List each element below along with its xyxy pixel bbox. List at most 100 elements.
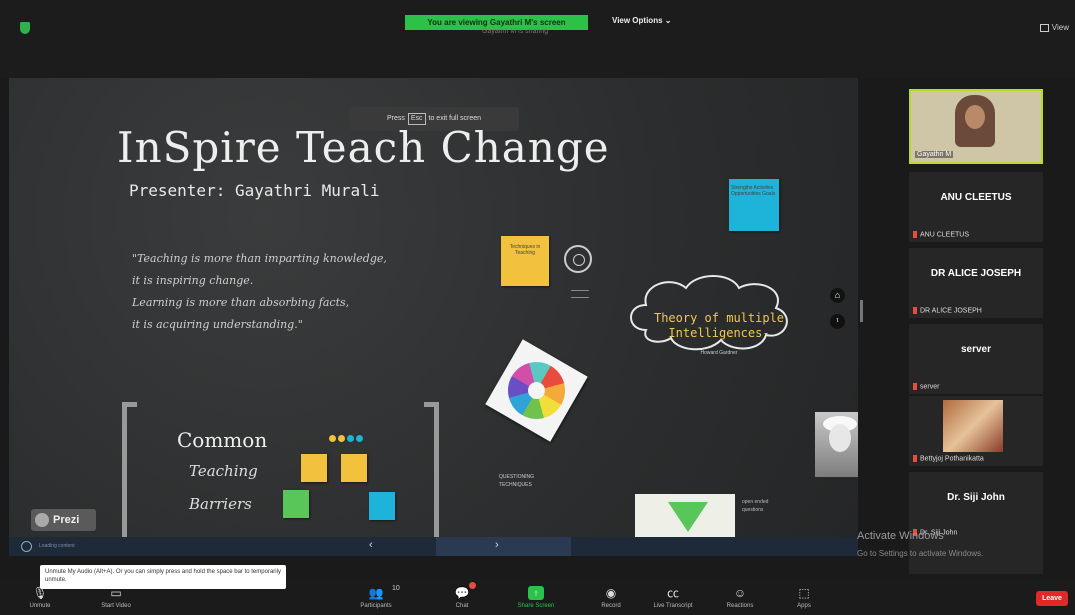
participant-video-strip: Gayathri M ANU CLEETUS ANU CLEETUS DR AL…: [906, 78, 1046, 578]
video-tile[interactable]: Bettyjoj Pothanikatta: [909, 396, 1043, 466]
video-tile[interactable]: server server: [909, 324, 1043, 394]
video-tile[interactable]: DR ALICE JOSEPH DR ALICE JOSEPH: [909, 248, 1043, 318]
presbar-center: [436, 537, 571, 556]
view-options-button[interactable]: View Options ⌄: [612, 16, 671, 25]
prev-slide-button[interactable]: ‹: [369, 539, 373, 551]
barriers-heading: Barriers: [189, 495, 252, 513]
video-tile-name: server: [960, 344, 992, 355]
dot-yellow: [338, 435, 345, 442]
participants-count: 10: [392, 585, 400, 592]
target-icon: [564, 245, 592, 273]
chat-label: Chat: [455, 603, 469, 609]
reactions-button[interactable]: ☺ Reactions: [710, 578, 770, 609]
quote-line: Learning is more than absorbing facts,: [132, 296, 350, 309]
apps-button[interactable]: ⬚ Apps: [774, 578, 834, 609]
muted-mic-icon: [913, 382, 917, 390]
viewing-sub: Gayathri M is sharing: [482, 28, 549, 35]
cloud-title: Theory of multiple Intelligences-: [649, 311, 789, 341]
video-tile-name: Dr. Siji John: [947, 492, 1005, 503]
muted-mic-icon: [913, 306, 917, 314]
questioning-line: QUESTIONING: [499, 474, 535, 480]
video-tile-name: DR ALICE JOSEPH: [930, 268, 1022, 279]
video-tile-label: Bettyjoj Pothanikatta: [913, 454, 984, 462]
video-tile-label: server: [913, 382, 940, 390]
color-wheel-card: [485, 339, 588, 442]
sticky-note: [369, 492, 395, 520]
portrait-photo: [815, 412, 858, 477]
meeting-top-bar: You are viewing Gayathri M's screen Gaya…: [0, 0, 1075, 78]
quote-line: "Teaching is more than imparting knowled…: [132, 252, 387, 265]
smiley-icon: ☺: [733, 586, 747, 600]
color-dots: [329, 429, 365, 447]
speaker-face: [965, 105, 985, 129]
chat-notification-badge: [469, 582, 476, 589]
live-transcript-label: Live Transcript: [653, 603, 693, 609]
view-button[interactable]: View: [1039, 23, 1069, 32]
video-tile-label-text: server: [920, 383, 940, 390]
color-wheel: [497, 351, 576, 430]
cloud-title-line: Intelligences-: [668, 326, 770, 340]
cloud-title-line: Theory of multiple: [653, 311, 785, 325]
sticky-note: [283, 490, 309, 518]
questioning-line: TECHNIQUES: [499, 482, 532, 488]
quote-line: it is inspiring change.: [132, 274, 254, 287]
left-bracket: [122, 402, 137, 541]
unmute-tooltip: Unmute My Audio (Alt+A). Or you can simp…: [40, 565, 286, 589]
shield-icon[interactable]: [20, 22, 30, 34]
shared-screen[interactable]: Press Esc to exit full screen InSpire Teac…: [9, 78, 858, 541]
funnel-text-line: open ended: [742, 499, 769, 505]
video-tile-active[interactable]: Gayathri M: [909, 89, 1043, 164]
wheel-hub: [524, 378, 549, 403]
apps-label: Apps: [797, 603, 811, 609]
dot-blue: [356, 435, 363, 442]
view-button-label: View: [1051, 23, 1069, 32]
start-video-label: Start Video: [101, 603, 131, 609]
record-button[interactable]: ◉ Record: [581, 578, 641, 609]
record-label: Record: [601, 603, 621, 609]
chat-icon: 💬: [454, 586, 470, 600]
exit-hint-prefix: Press: [386, 115, 405, 122]
presentation-nav-bar: Loading content ‹ ›: [9, 537, 858, 556]
dot-blue: [347, 435, 354, 442]
grid-icon: [1039, 23, 1049, 32]
right-bracket: [424, 402, 439, 541]
live-transcript-button[interactable]: ㏄ Live Transcript: [643, 578, 703, 609]
leave-button[interactable]: Leave: [1036, 591, 1068, 606]
video-tile-name: ANU CLEETUS: [940, 192, 1012, 203]
slide-quote: "Teaching is more than imparting knowled…: [132, 248, 387, 336]
loading-icon: [21, 541, 32, 552]
participants-icon: 👥: [368, 586, 384, 600]
home-icon[interactable]: ⌂: [830, 288, 845, 303]
questioning-techniques: QUESTIONING TECHNIQUES: [499, 473, 534, 489]
video-tile[interactable]: Dr. Siji John Dr. Siji John: [909, 472, 1043, 574]
video-tile[interactable]: ANU CLEETUS ANU CLEETUS: [909, 172, 1043, 242]
video-tile-label: ANU CLEETUS: [913, 230, 970, 238]
activate-windows-subtitle: Go to Settings to activate Windows.: [857, 549, 984, 558]
exit-hint-suffix: to exit full screen: [428, 115, 482, 122]
sticky-techniques: Techniques in Teaching: [501, 236, 549, 286]
next-slide-button[interactable]: ›: [495, 539, 499, 551]
presbar-text: Loading content: [39, 543, 75, 549]
common-heading: Common: [177, 428, 268, 452]
dot-yellow: [329, 435, 336, 442]
profile-photo: [943, 400, 1003, 452]
activate-windows-title: Activate Windows: [857, 530, 944, 542]
funnel-shape: [668, 502, 708, 532]
apps-icon: ⬚: [798, 586, 810, 600]
cloud-subtitle: Howard Gardner: [700, 350, 738, 356]
up-icon[interactable]: ᵗ: [830, 314, 845, 329]
video-tile-label-text: DR ALICE JOSEPH: [920, 307, 982, 314]
screen-scroll-handle[interactable]: [860, 300, 863, 322]
participants-label: Participants: [360, 603, 392, 609]
sticky-note: [341, 454, 367, 482]
slide-title: InSpire Teach Change: [117, 123, 610, 172]
video-tile-label: DR ALICE JOSEPH: [913, 306, 982, 314]
chat-button[interactable]: 💬 Chat: [432, 578, 492, 609]
cc-icon: ㏄: [666, 586, 679, 600]
share-screen-button[interactable]: ↑ Share Screen: [506, 578, 566, 609]
prezi-badge[interactable]: Prezi: [31, 509, 96, 531]
participants-button[interactable]: 👥 Participants: [346, 578, 406, 609]
sticky-blue-top: Strengths Activities Opportunities Goals: [729, 179, 779, 231]
teaching-heading: Teaching: [189, 462, 258, 480]
video-tile-label-text: ANU CLEETUS: [920, 231, 970, 238]
